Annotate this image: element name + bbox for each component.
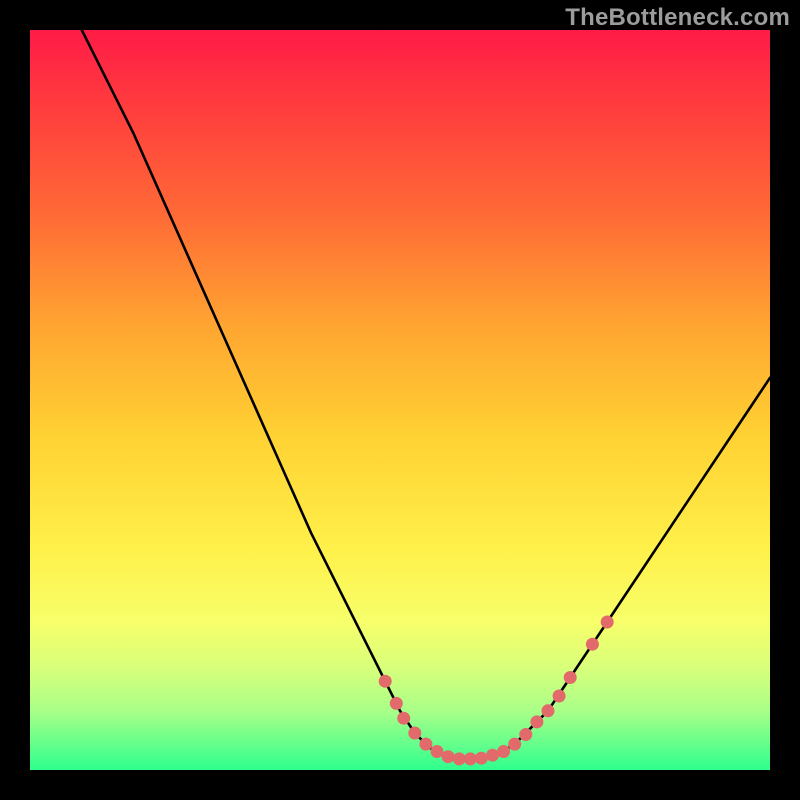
data-marker xyxy=(542,704,555,717)
chart-stage: TheBottleneck.com xyxy=(0,0,800,800)
bottleneck-curve xyxy=(82,30,770,759)
plot-svg xyxy=(30,30,770,770)
data-marker xyxy=(497,745,510,758)
data-marker xyxy=(464,752,477,765)
data-marker xyxy=(419,738,432,751)
data-marker xyxy=(453,752,466,765)
watermark-text: TheBottleneck.com xyxy=(565,4,790,32)
data-marker xyxy=(379,675,392,688)
data-marker xyxy=(486,749,499,762)
plot-area xyxy=(30,30,770,770)
data-marker xyxy=(564,671,577,684)
data-marker xyxy=(431,745,444,758)
data-marker xyxy=(553,690,566,703)
data-markers xyxy=(379,616,614,766)
data-marker xyxy=(397,712,410,725)
data-marker xyxy=(390,697,403,710)
data-marker xyxy=(530,715,543,728)
data-marker xyxy=(442,750,455,763)
data-marker xyxy=(519,728,532,741)
data-marker xyxy=(408,727,421,740)
data-marker xyxy=(601,616,614,629)
data-marker xyxy=(586,638,599,651)
data-marker xyxy=(475,752,488,765)
data-marker xyxy=(508,738,521,751)
